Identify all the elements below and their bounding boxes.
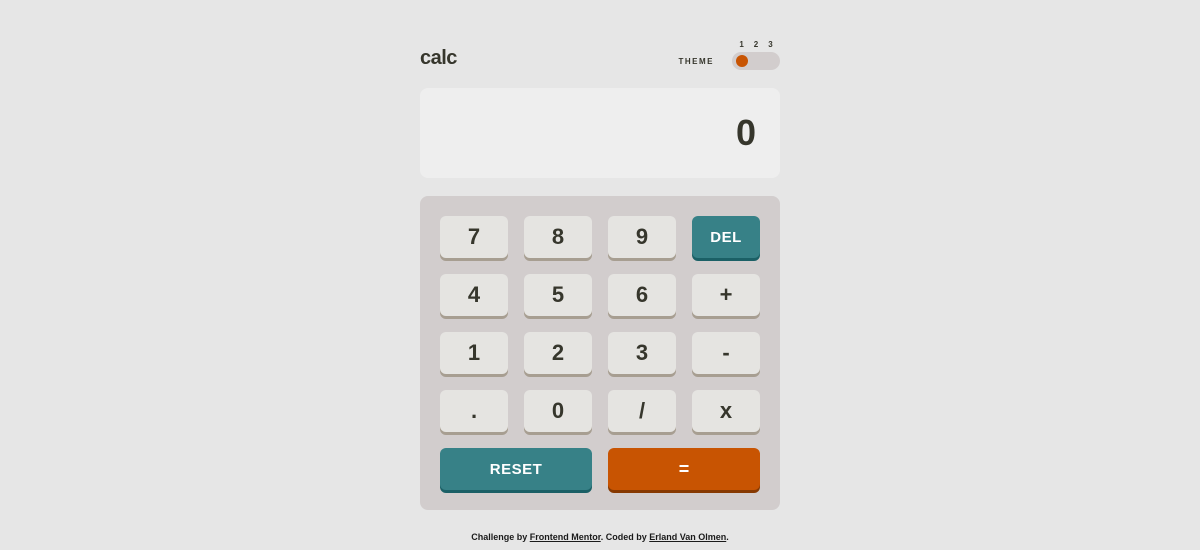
attribution-prefix: Challenge by (471, 532, 530, 542)
key-2[interactable]: 2 (524, 332, 592, 374)
key-0[interactable]: 0 (524, 390, 592, 432)
theme-area: THEME 1 2 3 (679, 40, 781, 70)
key-3[interactable]: 3 (608, 332, 676, 374)
theme-numbers: 1 2 3 (735, 40, 776, 49)
attribution-link-2[interactable]: Erland Van Olmen (649, 532, 726, 542)
key-del[interactable]: DEL (692, 216, 760, 258)
calculator: calc THEME 1 2 3 0 7 8 9 DEL 4 5 6 + (420, 40, 780, 510)
theme-option-1[interactable]: 1 (739, 40, 743, 49)
keypad: 7 8 9 DEL 4 5 6 + 1 2 3 - . 0 / x RESET … (420, 196, 780, 510)
key-1[interactable]: 1 (440, 332, 508, 374)
theme-toggle[interactable] (732, 52, 780, 70)
attribution: Challenge by Frontend Mentor. Coded by E… (471, 532, 729, 542)
display: 0 (420, 88, 780, 178)
attribution-link-1[interactable]: Frontend Mentor (530, 532, 601, 542)
key-equals[interactable]: = (608, 448, 760, 490)
attribution-middle: . Coded by (601, 532, 650, 542)
theme-switch-wrap: 1 2 3 (732, 40, 780, 70)
key-7[interactable]: 7 (440, 216, 508, 258)
key-plus[interactable]: + (692, 274, 760, 316)
key-multiply[interactable]: x (692, 390, 760, 432)
header-row: calc THEME 1 2 3 (420, 40, 780, 70)
key-divide[interactable]: / (608, 390, 676, 432)
key-5[interactable]: 5 (524, 274, 592, 316)
key-4[interactable]: 4 (440, 274, 508, 316)
theme-option-3[interactable]: 3 (768, 40, 772, 49)
key-minus[interactable]: - (692, 332, 760, 374)
theme-knob-icon (736, 55, 748, 67)
key-6[interactable]: 6 (608, 274, 676, 316)
key-reset[interactable]: RESET (440, 448, 592, 490)
display-value: 0 (736, 112, 756, 154)
key-9[interactable]: 9 (608, 216, 676, 258)
attribution-suffix: . (726, 532, 729, 542)
key-8[interactable]: 8 (524, 216, 592, 258)
theme-label: THEME (679, 57, 715, 66)
theme-option-2[interactable]: 2 (754, 40, 758, 49)
key-dot[interactable]: . (440, 390, 508, 432)
app-title: calc (420, 47, 457, 70)
